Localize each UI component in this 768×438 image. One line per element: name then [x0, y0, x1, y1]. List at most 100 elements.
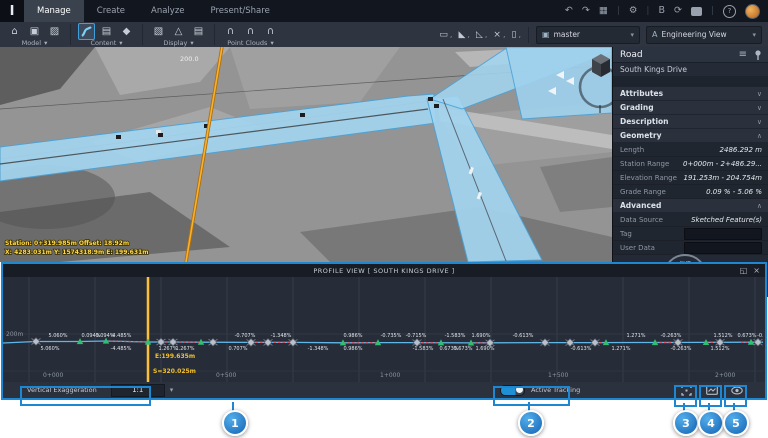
panel-header: Road ≡ [613, 47, 768, 63]
sync-icon[interactable]: ⟳ [674, 6, 682, 16]
point-cloud-icon-3[interactable]: ∩ [262, 23, 279, 40]
callout-number-1: 1 [222, 410, 248, 436]
chevron-down-icon[interactable]: ▾ [119, 39, 122, 47]
menu-hamburger-icon[interactable]: ≡ [739, 49, 747, 60]
tab-present-share[interactable]: Present/Share [198, 0, 283, 22]
callout-number-4: 4 [698, 410, 724, 436]
section-description[interactable]: Description∨ [613, 115, 768, 129]
callout-box-4 [699, 385, 722, 407]
svg-text:-0.263%: -0.263% [671, 346, 692, 352]
section-attributes[interactable]: Attributes∨ [613, 87, 768, 101]
pin-icon[interactable] [754, 50, 762, 60]
svg-text:1.271%: 1.271% [626, 333, 645, 339]
polygon-select-icon[interactable]: ◺ [476, 30, 483, 40]
chevron-up-icon: ∧ [757, 132, 762, 140]
profile-title: PROFILE VIEW [ SOUTH KINGS DRIVE ] [313, 267, 454, 275]
svg-text:0+000: 0+000 [43, 372, 63, 379]
advanced-row-data-source: Data SourceSketched Feature(s) [613, 213, 768, 227]
svg-text:1+000: 1+000 [380, 372, 400, 379]
callout-box-3 [674, 385, 697, 407]
screen-select-icon[interactable]: ▭ [439, 30, 448, 40]
callout-number-3: 3 [673, 410, 699, 436]
callout-box-5 [724, 385, 747, 407]
road-glyph [81, 26, 92, 37]
ribbon-toolbar: ⌂ ▣ ▨ Model▾ ▤ ◆ Content▾ ▧ △ ▤ [0, 22, 768, 48]
model-imagery-icon[interactable]: ▣ [26, 23, 43, 40]
divider: | [617, 6, 620, 16]
svg-text:-0.715%: -0.715% [406, 333, 427, 339]
user-data-input[interactable] [684, 242, 762, 254]
display-surface-icon[interactable]: △ [170, 23, 187, 40]
svg-text:-4.485%: -4.485% [111, 346, 132, 352]
tracker-station-readout: S=320.025m [153, 368, 196, 375]
callout-box-2 [493, 386, 570, 406]
tab-analyze[interactable]: Analyze [138, 0, 198, 22]
3d-model-viewport[interactable]: 200.0 Station: 0+319.985m Offset: 18.92m… [0, 47, 612, 262]
display-layers-icon[interactable]: ▧ [150, 23, 167, 40]
group-label: Model [22, 39, 42, 47]
chevron-down-icon[interactable]: ▾ [44, 39, 47, 47]
redo-icon[interactable]: ↷ [582, 6, 590, 16]
callout-box-1 [20, 386, 151, 406]
group-label: Point Clouds [227, 39, 267, 47]
tab-manage[interactable]: Manage [24, 0, 84, 22]
chevron-down-icon[interactable]: ▾ [170, 386, 174, 394]
chat-icon[interactable] [691, 7, 702, 16]
svg-text:1.512%: 1.512% [713, 333, 732, 339]
svg-text:2+000: 2+000 [715, 372, 735, 379]
advanced-row-tag: Tag [613, 227, 768, 241]
divider [70, 24, 71, 45]
geometry-row-grade-range: Grade Range0.09 % - 5.06 % [613, 185, 768, 199]
flyout-mark: , [485, 30, 488, 39]
model-terrain-icon[interactable]: ▨ [46, 23, 63, 40]
section-advanced[interactable]: Advanced∧ [613, 199, 768, 213]
model-properties-icon[interactable]: ⌂ [6, 23, 23, 40]
settings-gear-icon[interactable]: ⚙ [629, 6, 638, 16]
flyout-mark: , [503, 30, 506, 39]
svg-text:1.271%: 1.271% [611, 346, 630, 352]
float-window-icon[interactable]: ◱ [740, 266, 748, 275]
profile-view-window: PROFILE VIEW [ SOUTH KINGS DRIVE ] ◱ × 2… [1, 262, 767, 400]
cursor-select-icon[interactable]: ◣ [458, 30, 465, 40]
help-icon[interactable]: ? [723, 5, 736, 18]
grade-labels-below: 5.060%-4.485%1.267%1.267%0.707%-1.348%0.… [40, 346, 729, 352]
point-cloud-icon-1[interactable]: ∩ [222, 23, 239, 40]
display-list-icon[interactable]: ▤ [190, 23, 207, 40]
profile-chart[interactable]: 200m0+0000+5001+0001+5002+0005.060%0.094… [3, 277, 765, 382]
clip-box-icon[interactable]: ▯ [512, 30, 517, 40]
svg-text:-4.485%: -4.485% [111, 333, 132, 339]
divider: | [711, 6, 714, 16]
ribbon-group-content: ▤ ◆ Content▾ [72, 22, 141, 47]
measure-icon[interactable]: × [493, 30, 501, 40]
close-icon[interactable]: × [753, 266, 760, 275]
profile-titlebar[interactable]: PROFILE VIEW [ SOUTH KINGS DRIVE ] ◱ × [3, 264, 765, 277]
section-geometry[interactable]: Geometry∧ [613, 129, 768, 143]
model-proposal-dropdown[interactable]: ▣ master ▾ [536, 26, 640, 44]
content-list-icon[interactable]: ▤ [98, 23, 115, 40]
view-value: Engineering View [661, 30, 726, 39]
group-label: Display [163, 39, 187, 47]
svg-text:-1.348%: -1.348% [308, 346, 329, 352]
content-assets-icon[interactable]: ◆ [118, 23, 135, 40]
chart-grid [3, 277, 763, 382]
roads-tool-icon[interactable] [78, 23, 95, 40]
divider [214, 24, 215, 45]
b-badge-icon[interactable]: B [658, 6, 665, 16]
section-grading[interactable]: Grading∨ [613, 101, 768, 115]
tab-create[interactable]: Create [84, 0, 138, 22]
undo-icon[interactable]: ↶ [565, 6, 573, 16]
svg-text:1+500: 1+500 [548, 372, 568, 379]
ribbon-group-point-clouds: ∩ ∩ ∩ Point Clouds▾ [216, 22, 285, 47]
geometry-row-length: Length2486.292 m [613, 143, 768, 157]
layout-grid-icon[interactable]: ▦ [599, 6, 608, 16]
point-cloud-icon-2[interactable]: ∩ [242, 23, 259, 40]
user-avatar[interactable] [745, 4, 760, 19]
chevron-down-icon[interactable]: ▾ [270, 39, 273, 47]
view-mode-dropdown[interactable]: A Engineering View ▾ [646, 26, 762, 44]
tag-input[interactable] [684, 228, 762, 240]
chevron-down-icon: ∨ [757, 90, 762, 98]
svg-text:-1.348%: -1.348% [271, 333, 292, 339]
svg-text:-0.707%: -0.707% [235, 333, 256, 339]
panel-spacer [613, 76, 768, 87]
chevron-down-icon[interactable]: ▾ [190, 39, 193, 47]
